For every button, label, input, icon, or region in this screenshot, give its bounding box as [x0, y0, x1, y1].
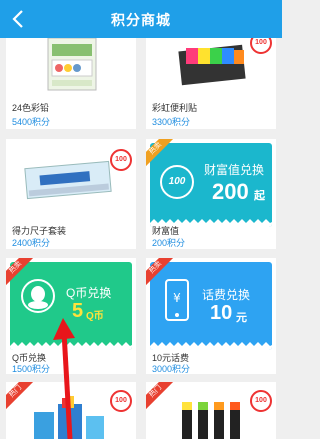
product-name: 24色彩铅 — [12, 103, 50, 113]
page-title: 积分商城 — [111, 12, 171, 28]
product-card-pen-holder[interactable]: 热门 100 — [6, 382, 136, 439]
banner-value: 10 — [210, 302, 233, 324]
zigzag-edge — [10, 342, 132, 350]
product-points: 5400积分 — [12, 117, 51, 127]
banner-title: 财富值兑换 — [204, 163, 265, 177]
banner-unit: 起 — [254, 190, 265, 202]
product-card-q-coin[interactable]: Q币兑换 5 Q币 热卖 Q币兑换 1500积分 — [6, 258, 136, 374]
ruler-set-image — [12, 147, 130, 217]
product-points: 3300积分 — [152, 117, 191, 127]
product-points: 3000积分 — [152, 364, 191, 374]
highlighters-image — [152, 396, 270, 439]
banner-title: Q币兑换 — [66, 286, 112, 300]
product-points: 2400积分 — [12, 238, 51, 248]
product-points: 200积分 — [152, 238, 186, 248]
hot-sale-ribbon: 热卖 — [6, 258, 34, 286]
product-card-ruler-set[interactable]: 100 得力尺子套装 2400积分 — [6, 139, 136, 249]
banner-value: 200 — [212, 179, 249, 204]
product-name: 彩虹便利贴 — [152, 103, 198, 113]
zigzag-edge — [150, 342, 272, 350]
banner-unit: 元 — [236, 312, 247, 324]
banner-title: 话费兑换 — [202, 288, 251, 302]
pen-holder-image — [12, 396, 130, 439]
sticky-notes-image — [152, 38, 270, 98]
product-card-highlighters[interactable]: 热门 100 — [146, 382, 276, 439]
product-card-colored-pencils[interactable]: 24色彩铅 5400积分 — [6, 38, 136, 129]
hot-sale-ribbon: 热卖 — [146, 139, 174, 167]
app-header: 积分商城 — [0, 0, 282, 38]
banner-value: 5 — [72, 300, 84, 322]
product-card-sticky-notes[interactable]: 100 彩虹便利贴 3300积分 — [146, 38, 276, 129]
colored-pencils-image — [12, 38, 130, 98]
product-card-phone-credit[interactable]: ¥ 话费兑换 10 元 热卖 10元话费 3000积分 — [146, 258, 276, 374]
product-points: 1500积分 — [12, 364, 51, 374]
product-card-wealth-value[interactable]: 100 财富值兑换 200 起 热卖 财富值 200积分 — [146, 139, 276, 249]
hot-sale-ribbon: 热卖 — [146, 258, 174, 286]
banner-unit: Q币 — [86, 311, 104, 322]
coin-icon: 100 — [160, 165, 194, 199]
svg-text:¥: ¥ — [173, 291, 181, 305]
